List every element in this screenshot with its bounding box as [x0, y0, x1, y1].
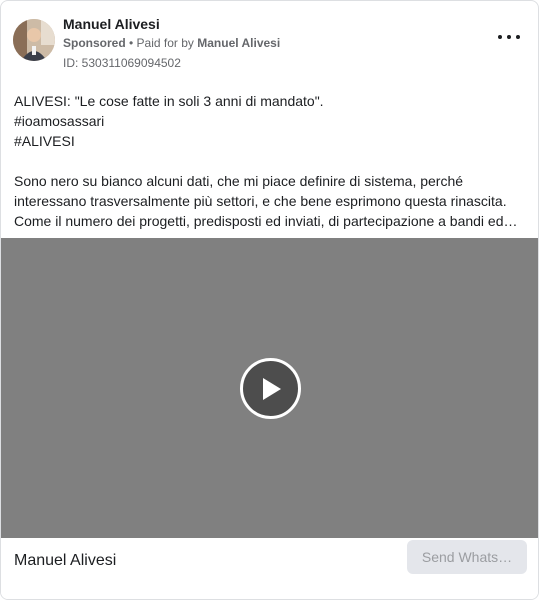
footer-page-name: Manuel Alivesi: [14, 552, 117, 569]
play-triangle: [262, 377, 281, 400]
post-text-line: Sono nero su bianco alcuni dati, che mi …: [14, 173, 464, 189]
sponsor-line: Sponsored • Paid for by Manuel Alivesi: [63, 34, 280, 52]
post-text-line: ALIVESI: "Le cose fatte in soli 3 anni d…: [14, 93, 324, 109]
post-text: ALIVESI: "Le cose fatte in soli 3 anni d…: [14, 91, 524, 231]
ad-meta: Manuel Alivesi Sponsored • Paid for by M…: [63, 15, 280, 72]
post-text-line: interessano trasversalmente più settori,…: [14, 193, 507, 209]
ad-header: Manuel Alivesi Sponsored • Paid for by M…: [13, 13, 526, 73]
more-horizontal-icon[interactable]: [498, 31, 520, 43]
dot: [507, 35, 511, 39]
separator: •: [125, 36, 137, 50]
ad-footer: Manuel Alivesi Send Whats…: [1, 538, 538, 599]
dot: [516, 35, 520, 39]
author-name[interactable]: Manuel Alivesi: [63, 15, 280, 33]
avatar-image: [13, 19, 55, 61]
dot: [498, 35, 502, 39]
send-whatsapp-button[interactable]: Send Whats…: [407, 540, 527, 574]
post-text-line: Come il numero dei progetti, predisposti…: [14, 213, 518, 229]
play-icon[interactable]: [240, 358, 301, 419]
paid-for-name: Manuel Alivesi: [197, 36, 281, 50]
avatar[interactable]: [13, 19, 55, 61]
hashtag-link[interactable]: #ioamosassari: [14, 111, 524, 131]
paid-for-prefix: Paid for by: [136, 36, 194, 50]
hashtag-link[interactable]: #ALIVESI: [14, 131, 524, 151]
ad-id: ID: 530311069094502: [63, 56, 181, 70]
sponsored-label: Sponsored: [63, 36, 126, 50]
ad-card: Manuel Alivesi Sponsored • Paid for by M…: [0, 0, 539, 600]
